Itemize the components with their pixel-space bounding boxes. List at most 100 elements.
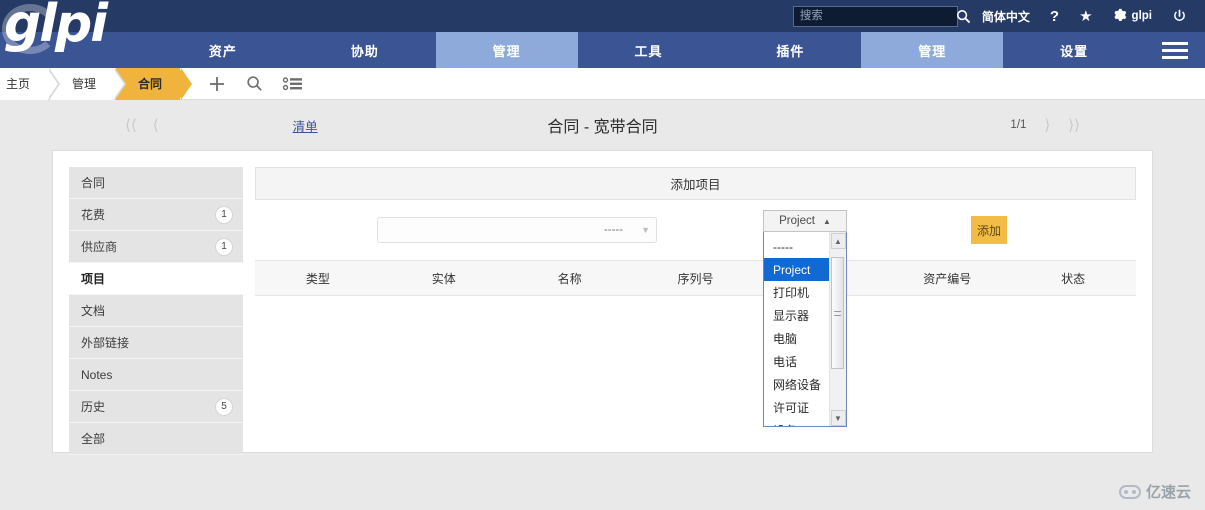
panel-header: 添加项目 xyxy=(255,167,1136,200)
nav-item-plugins[interactable]: 插件 xyxy=(719,32,861,68)
sidetab-badge: 1 xyxy=(215,237,233,256)
sidetab-label: 全部 xyxy=(81,432,106,446)
global-search[interactable] xyxy=(792,5,971,27)
language-selector[interactable]: 简体中文 xyxy=(982,8,1030,25)
dropdown-option-monitor[interactable]: 显示器 xyxy=(764,304,829,327)
items-table-header: 类型 实体 名称 序列号 资产编号 状态 xyxy=(255,260,1136,296)
logout-power-icon[interactable] xyxy=(1172,9,1187,24)
column-header-type[interactable]: 类型 xyxy=(255,270,381,287)
sidebar-item-suppliers[interactable]: 供应商 1 xyxy=(69,231,243,263)
help-icon[interactable]: ? xyxy=(1050,8,1059,25)
star-glyph: ★ xyxy=(1079,8,1093,25)
dropdown-option-network-device[interactable]: 网络设备 xyxy=(764,373,829,396)
dropdown-option-blank[interactable]: ----- xyxy=(764,235,829,258)
nav-item-administration[interactable]: 管理 xyxy=(861,32,1004,68)
power-glyph xyxy=(1174,9,1185,21)
main-navigation: 资产 协助 管理 工具 插件 管理 设置 xyxy=(0,32,1205,68)
side-tabs: 合同 花费 1 供应商 1 项目 文档 外部链接 Notes 历史 5 全部 xyxy=(69,167,243,455)
column-header-name[interactable]: 名称 xyxy=(507,270,633,287)
nav-item-assets[interactable]: 资产 xyxy=(152,32,294,68)
breadcrumb-label: 管理 xyxy=(72,77,97,91)
scrollbar-thumb[interactable] xyxy=(831,257,844,369)
column-header-serial[interactable]: 序列号 xyxy=(633,270,759,287)
sidebar-item-history[interactable]: 历史 5 xyxy=(69,391,243,423)
nav-label: 工具 xyxy=(634,43,663,59)
add-item-row: ----- ▼ 添加 xyxy=(255,200,1136,260)
dropdown-option-device[interactable]: 设备 xyxy=(764,419,829,426)
plus-icon[interactable] xyxy=(208,75,226,93)
sidebar-item-contract[interactable]: 合同 xyxy=(69,167,243,199)
nav-item-assistance[interactable]: 协助 xyxy=(294,32,436,68)
page-title: 合同 - 宽带合同 xyxy=(547,119,658,136)
item-select-value: ----- xyxy=(603,224,624,236)
sidetab-label: 外部链接 xyxy=(81,336,130,350)
language-label: 简体中文 xyxy=(981,9,1030,24)
add-button[interactable]: 添加 xyxy=(971,216,1007,244)
sidetab-label: 合同 xyxy=(81,176,106,190)
burger-line xyxy=(1162,48,1189,52)
item-type-dropdown[interactable]: Project ▲ ----- Project 打印机 显示器 电脑 电话 网络… xyxy=(763,210,847,427)
nav-label: 资产 xyxy=(208,43,237,59)
sidetab-label: 项目 xyxy=(81,272,106,286)
dropdown-toggle[interactable]: Project ▲ xyxy=(763,210,847,232)
column-header-status[interactable]: 状态 xyxy=(1010,270,1136,287)
user-preferences[interactable]: glpi xyxy=(1113,8,1152,25)
dropdown-option-phone[interactable]: 电话 xyxy=(764,350,829,373)
search-input[interactable] xyxy=(793,9,956,23)
dropdown-option-project[interactable]: Project xyxy=(764,258,829,281)
sidetab-label: Notes xyxy=(81,367,113,382)
dropdown-option-license[interactable]: 许可证 xyxy=(764,396,829,419)
item-select[interactable]: ----- ▼ xyxy=(377,217,657,243)
dropdown-options-list: ----- Project 打印机 显示器 电脑 电话 网络设备 许可证 设备 … xyxy=(763,232,847,427)
nav-item-tools[interactable]: 工具 xyxy=(578,32,720,68)
hamburger-menu-icon[interactable] xyxy=(1145,32,1205,68)
burger-line xyxy=(1162,55,1189,59)
nav-label: 管理 xyxy=(918,43,947,59)
nav-label: 插件 xyxy=(776,43,805,59)
favorite-star-icon[interactable]: ★ xyxy=(1079,7,1092,25)
dropdown-option-computer[interactable]: 电脑 xyxy=(764,327,829,350)
nav-item-management[interactable]: 管理 xyxy=(435,32,578,68)
watermark: 亿速云 xyxy=(1118,481,1191,502)
dropdown-option-printer[interactable]: 打印机 xyxy=(764,281,829,304)
breadcrumb-item-home[interactable]: 主页 xyxy=(0,67,61,100)
sidetab-label: 文档 xyxy=(81,304,106,318)
dropdown-items: ----- Project 打印机 显示器 电脑 电话 网络设备 许可证 设备 xyxy=(764,232,829,426)
dropdown-scrollbar[interactable]: ▲ ▼ xyxy=(829,232,846,426)
sidebar-item-external-links[interactable]: 外部链接 xyxy=(69,327,243,359)
scroll-up-arrow-icon[interactable]: ▲ xyxy=(830,233,846,249)
sidebar-item-documents[interactable]: 文档 xyxy=(69,295,243,327)
help-label: ? xyxy=(1049,7,1060,25)
breadcrumb-label: 合同 xyxy=(138,77,163,91)
nav-label: 协助 xyxy=(350,43,379,59)
sidebar-item-all[interactable]: 全部 xyxy=(69,423,243,455)
record-header: ⟨⟨ ⟨ 清单 合同 - 宽带合同 1/1 ⟩ ⟩⟩ xyxy=(0,100,1205,150)
top-bar: 简体中文 ? ★ glpi xyxy=(0,0,1205,32)
nav-label: 管理 xyxy=(492,43,521,59)
items-panel: 添加项目 ----- ▼ 添加 类型 实体 名称 序列号 资产编号 状态 Pro… xyxy=(255,167,1136,436)
search-icon[interactable] xyxy=(246,75,263,92)
nav-label: 设置 xyxy=(1060,43,1089,59)
sidebar-item-costs[interactable]: 花费 1 xyxy=(69,199,243,231)
burger-line xyxy=(1162,41,1189,45)
chevron-down-icon: ▼ xyxy=(641,225,650,235)
watermark-text: 亿速云 xyxy=(1145,484,1191,501)
cloud-icon xyxy=(1118,484,1141,499)
gear-icon xyxy=(1113,8,1127,25)
sidebar-item-items[interactable]: 项目 xyxy=(69,263,243,295)
chevron-up-icon: ▲ xyxy=(822,216,831,226)
content-card: 合同 花费 1 供应商 1 项目 文档 外部链接 Notes 历史 5 全部 添… xyxy=(52,150,1153,455)
user-name: glpi xyxy=(1131,10,1152,22)
search-icon[interactable] xyxy=(956,9,971,24)
scrollbar-track[interactable] xyxy=(830,249,846,409)
nav-item-setup[interactable]: 设置 xyxy=(1003,32,1145,68)
sidebar-item-notes[interactable]: Notes xyxy=(69,359,243,391)
column-header-asset-number[interactable]: 资产编号 xyxy=(884,270,1010,287)
breadcrumb: 主页 管理 合同 xyxy=(0,67,1205,100)
sidetab-label: 花费 xyxy=(81,208,106,222)
scroll-down-arrow-icon[interactable]: ▼ xyxy=(830,410,846,426)
list-icon[interactable] xyxy=(283,76,303,92)
column-header-entity[interactable]: 实体 xyxy=(381,270,507,287)
breadcrumb-label: 主页 xyxy=(6,77,31,91)
dropdown-selected-label: Project xyxy=(779,215,815,227)
